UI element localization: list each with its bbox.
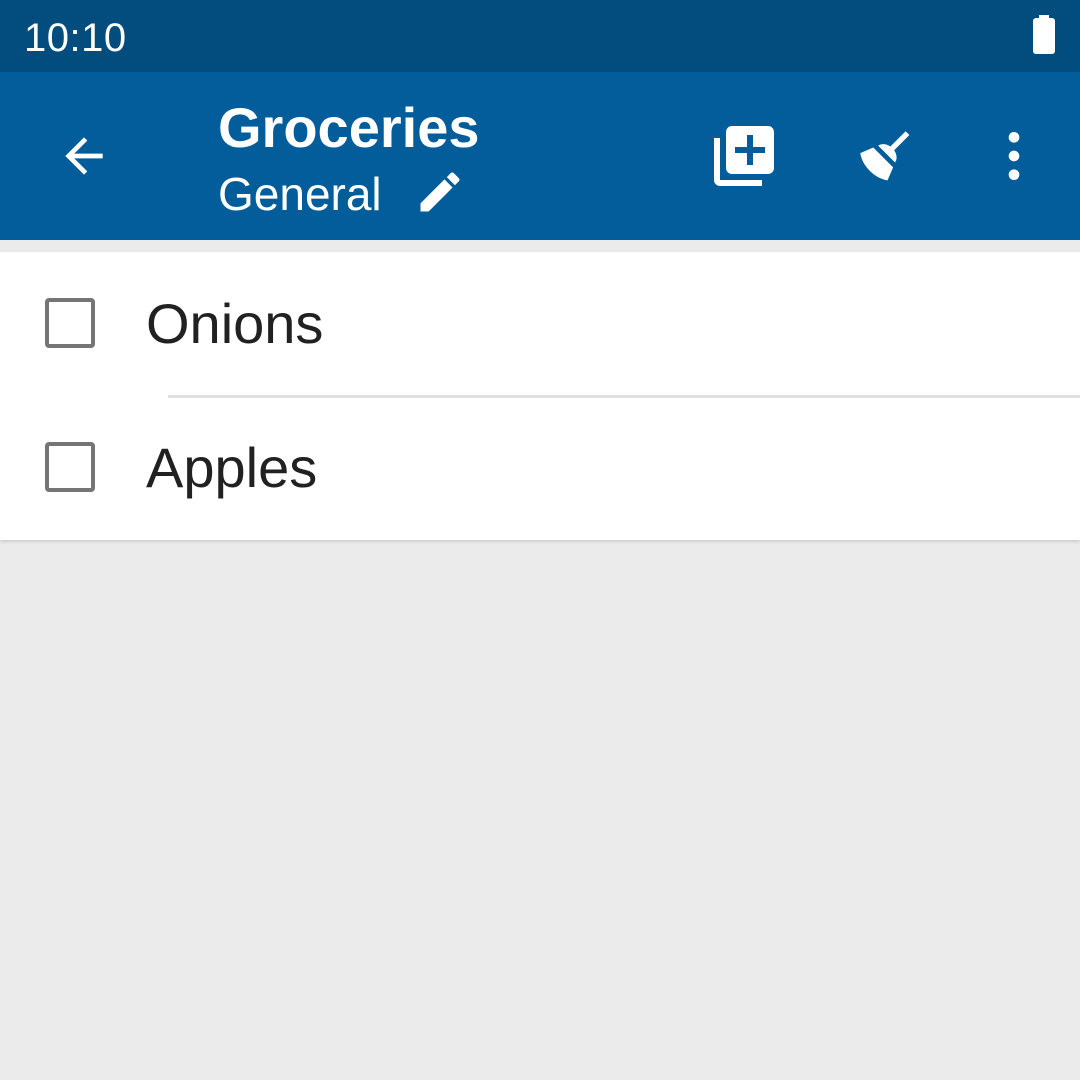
- broom-icon: [860, 131, 910, 181]
- status-bar: 10:10: [0, 0, 1080, 72]
- back-button[interactable]: [44, 116, 124, 196]
- list-category: General: [218, 168, 382, 220]
- item-list: Onions Apples: [0, 252, 1080, 540]
- pencil-icon[interactable]: [414, 166, 466, 218]
- overflow-menu-button[interactable]: [974, 116, 1054, 196]
- battery-icon: [1033, 15, 1055, 54]
- more-vert-icon: [1008, 132, 1020, 180]
- list-title: Groceries: [218, 96, 480, 159]
- add-item-button[interactable]: [704, 116, 784, 196]
- list-item[interactable]: Apples: [0, 396, 1080, 540]
- app-bar: Groceries General: [0, 72, 1080, 240]
- status-time: 10:10: [24, 16, 127, 60]
- item-checkbox[interactable]: [45, 442, 95, 492]
- item-checkbox[interactable]: [45, 298, 95, 348]
- library-add-icon: [714, 126, 774, 186]
- item-label: Onions: [146, 292, 324, 355]
- list-item[interactable]: Onions: [0, 252, 1080, 398]
- arrow-left-icon: [65, 137, 103, 175]
- clear-checked-button[interactable]: [846, 116, 926, 196]
- item-label: Apples: [146, 436, 318, 499]
